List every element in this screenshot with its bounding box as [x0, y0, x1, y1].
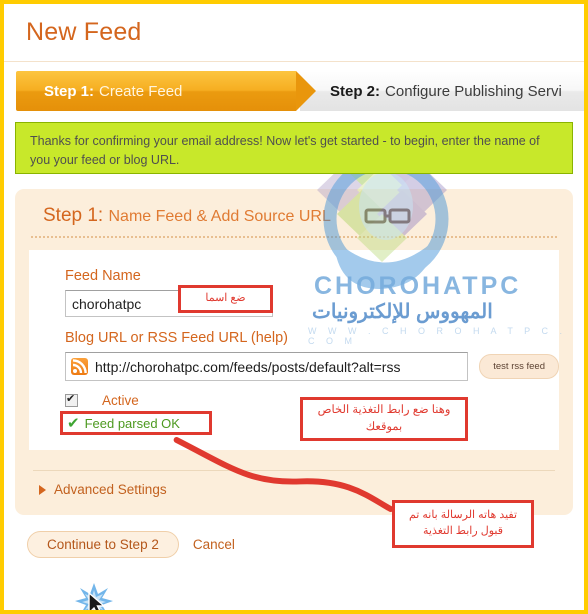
- feed-form-card: Feed Name Blog URL or RSS Feed URL (help…: [29, 250, 559, 450]
- active-checkbox[interactable]: [65, 392, 78, 407]
- source-url-row: http://chorohatpc.com/feeds/posts/defaul…: [65, 352, 559, 381]
- cursor-arrow-icon: [88, 591, 106, 610]
- advanced-divider: [33, 470, 555, 471]
- tab-step-2-number: Step 2:: [330, 82, 381, 100]
- tab-step-2-label: Configure Publishing Servi: [385, 82, 562, 100]
- mouse-cursor: [75, 583, 113, 610]
- annotation-parsed-message: تفيد هاته الرسالة بانه تم قبول رابط التغ…: [392, 500, 534, 548]
- title-bar: New Feed: [4, 4, 584, 62]
- feed-parsed-status: ✔ Feed parsed OK: [60, 411, 212, 435]
- rss-icon: [71, 358, 88, 375]
- triangle-right-icon: [39, 484, 46, 495]
- step-panel: Step 1: Name Feed & Add Source URL Feed …: [15, 189, 573, 515]
- advanced-settings-toggle[interactable]: Advanced Settings: [39, 482, 189, 497]
- confirmation-notice: Thanks for confirming your email address…: [15, 122, 573, 174]
- source-url-input[interactable]: http://chorohatpc.com/feeds/posts/defaul…: [65, 352, 469, 381]
- test-rss-feed-button[interactable]: test rss feed: [479, 354, 559, 379]
- source-url-value: http://chorohatpc.com/feeds/posts/defaul…: [95, 358, 401, 375]
- cancel-link[interactable]: Cancel: [193, 537, 235, 552]
- feed-parsed-text: Feed parsed OK: [84, 416, 180, 431]
- annotation-feed-name: ضع اسما: [178, 285, 273, 313]
- advanced-settings-label: Advanced Settings: [54, 482, 167, 497]
- active-label: Active: [102, 393, 139, 408]
- tab-step-1[interactable]: Step 1: Create Feed: [16, 71, 316, 111]
- step-heading-number: Step 1:: [43, 205, 104, 226]
- feed-name-label: Feed Name: [65, 268, 141, 284]
- heading-divider: [31, 236, 557, 238]
- page-frame: New Feed Step 1: Create Feed Step 2: Con…: [0, 0, 588, 614]
- annotation-source-url: وهنا ضع رابط التغذية الخاص بموقعك: [300, 397, 468, 441]
- click-burst-icon: [75, 583, 113, 610]
- step-tabs: Step 1: Create Feed Step 2: Configure Pu…: [16, 71, 584, 111]
- page-title: New Feed: [26, 18, 142, 46]
- tab-step-1-label: Create Feed: [99, 82, 183, 100]
- continue-to-step-2-button[interactable]: Continue to Step 2: [27, 531, 179, 558]
- tab-step-1-number: Step 1:: [44, 82, 95, 100]
- tab-step-2[interactable]: Step 2: Configure Publishing Servi: [300, 71, 584, 111]
- source-url-label: Blog URL or RSS Feed URL (help): [65, 330, 288, 346]
- step-heading-label: Name Feed & Add Source URL: [108, 208, 331, 225]
- step-heading: Step 1: Name Feed & Add Source URL: [29, 201, 559, 236]
- check-icon: ✔: [67, 415, 80, 432]
